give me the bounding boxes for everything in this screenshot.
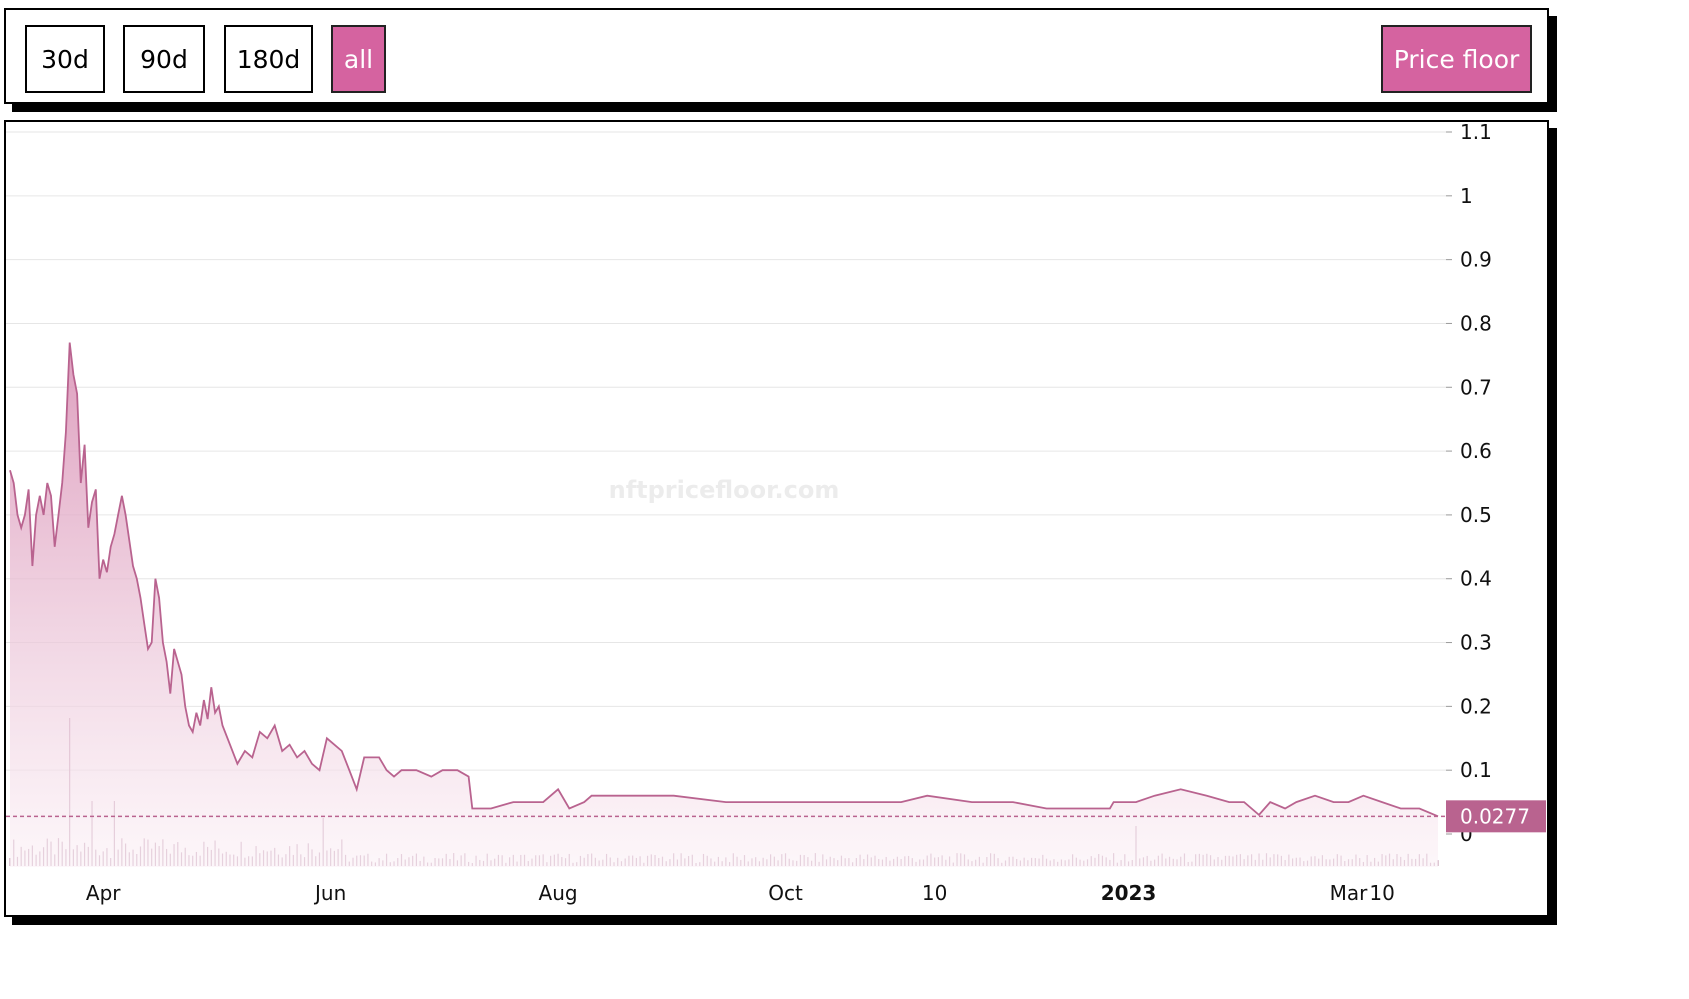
- x-axis: Apr Jun Aug Oct 10 2023 Mar 10: [86, 881, 1395, 905]
- x-tick-label: 10: [1369, 881, 1394, 905]
- y-tick-label: 0.4: [1460, 567, 1492, 591]
- y-tick-label: 0.9: [1460, 248, 1492, 272]
- y-tick-label: 0.6: [1460, 439, 1492, 463]
- y-tick-label: 1: [1460, 184, 1473, 208]
- price-floor-button[interactable]: Price floor: [1381, 25, 1532, 93]
- x-tick-label: Oct: [768, 881, 803, 905]
- x-tick-label: Mar: [1330, 881, 1369, 905]
- watermark: nftpricefloor.com: [609, 476, 840, 504]
- y-tick-label: 0.7: [1460, 375, 1492, 399]
- range-toolbar: 30d 90d 180d all Price floor: [4, 8, 1549, 104]
- range-all-button[interactable]: all: [331, 25, 386, 93]
- x-tick-label: Apr: [86, 881, 121, 905]
- y-tick-label: 1.1: [1460, 122, 1492, 144]
- y-tick-label: 0.1: [1460, 758, 1492, 782]
- range-90d-button[interactable]: 90d: [123, 25, 205, 93]
- x-tick-label: 2023: [1101, 881, 1157, 905]
- price-chart-panel: nftpricefloor.com 0 0.1 0.2 0.3 0.4 0.5 0.6 0.7…: [4, 120, 1549, 917]
- y-tick-label: 0.2: [1460, 694, 1492, 718]
- x-tick-label: 10: [922, 881, 947, 905]
- x-tick-label: Jun: [313, 881, 346, 905]
- y-tick-label: 0.5: [1460, 503, 1492, 527]
- y-tick-label: 0.3: [1460, 631, 1492, 655]
- range-180d-button[interactable]: 180d: [224, 25, 313, 93]
- y-tick-label: 0.8: [1460, 311, 1492, 335]
- y-axis: 00.10.20.30.40.50.60.70.80.911.1: [1446, 122, 1492, 846]
- price-area: [10, 342, 1438, 868]
- last-value-badge: 0.0277: [1446, 800, 1546, 833]
- x-tick-label: Aug: [539, 881, 578, 905]
- last-value-label: 0.0277: [1460, 804, 1530, 828]
- price-floor-chart[interactable]: nftpricefloor.com 00.10.20.30.40.50.60.7…: [6, 122, 1549, 917]
- grid-lines: [6, 131, 1446, 771]
- range-30d-button[interactable]: 30d: [25, 25, 105, 93]
